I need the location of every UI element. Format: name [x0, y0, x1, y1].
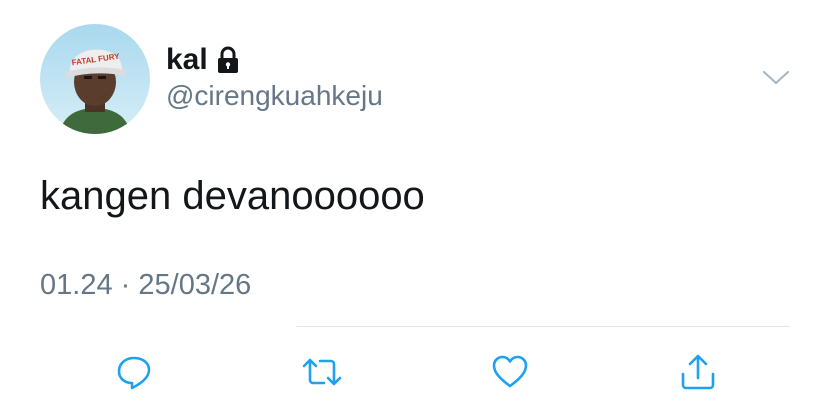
- avatar-image: FATAL FURY: [40, 24, 150, 134]
- meta-separator: ·: [120, 269, 131, 301]
- share-icon: [678, 352, 718, 392]
- heart-icon: [490, 352, 530, 392]
- divider: [296, 326, 790, 327]
- tweet-text: kangen devanoooooo: [40, 174, 425, 218]
- user-handle[interactable]: @cirengkuahkeju: [166, 82, 383, 110]
- display-name[interactable]: kal: [166, 45, 208, 75]
- tweet-timestamp[interactable]: 01.24 · 25/03/26: [40, 268, 251, 303]
- retweet-icon: [300, 352, 344, 392]
- avatar[interactable]: FATAL FURY: [40, 24, 150, 134]
- retweet-button[interactable]: [300, 350, 344, 394]
- tweet-time: 01.24: [40, 269, 113, 301]
- reply-button[interactable]: [112, 350, 156, 394]
- tweet-date: 25/03/26: [138, 269, 252, 301]
- display-name-row[interactable]: kal: [166, 40, 240, 80]
- like-button[interactable]: [488, 350, 532, 394]
- chevron-down-icon[interactable]: [760, 66, 792, 88]
- lock-icon: [216, 46, 240, 74]
- share-button[interactable]: [676, 350, 720, 394]
- reply-icon: [114, 352, 154, 392]
